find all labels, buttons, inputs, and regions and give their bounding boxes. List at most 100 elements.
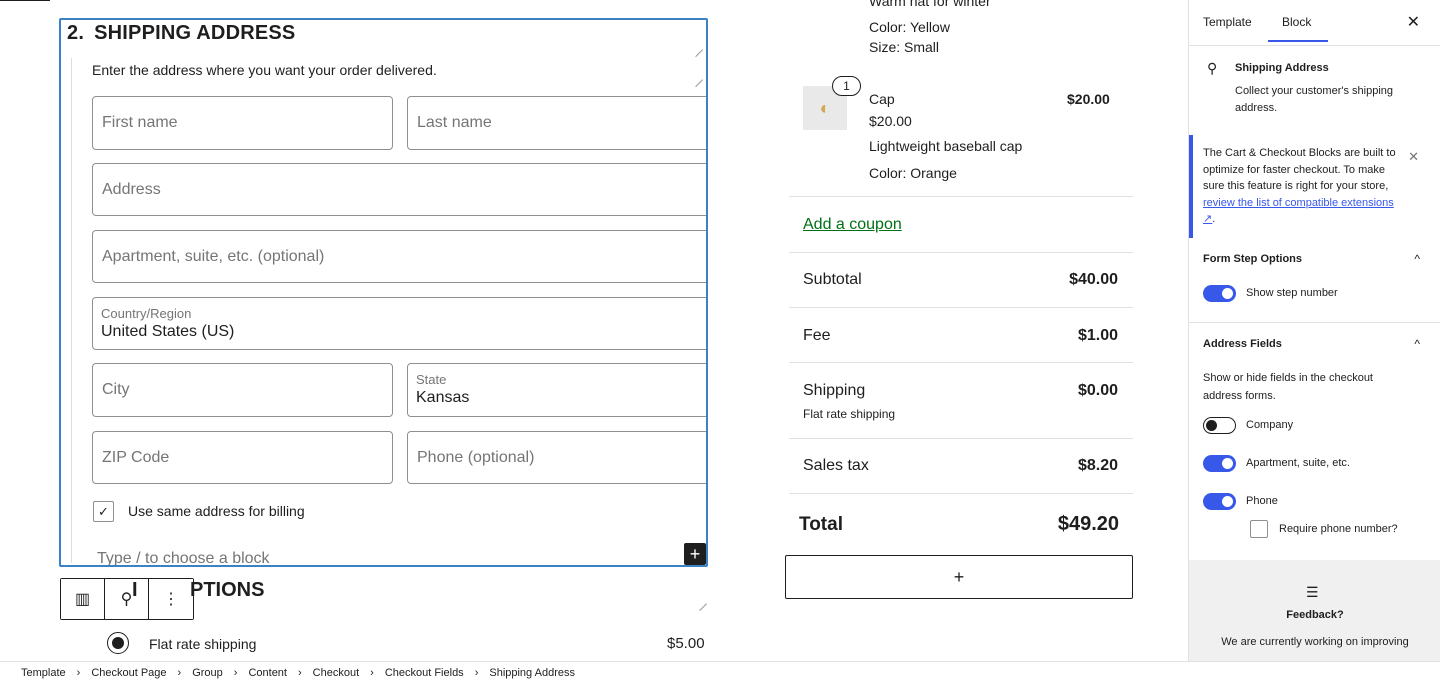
divider bbox=[1189, 322, 1440, 323]
item1-size: Size: Small bbox=[869, 39, 940, 55]
notice-link-text: review the list of compatible extensions bbox=[1203, 196, 1394, 209]
zip-placeholder: ZIP Code bbox=[102, 449, 170, 466]
shipping-title: SHIPPING ADDRESS bbox=[94, 22, 296, 44]
first-name-field[interactable]: First name bbox=[92, 96, 393, 150]
show-step-number-label: Show step number bbox=[1246, 287, 1338, 299]
total-value: $49.20 bbox=[1057, 513, 1119, 535]
address-fields-desc-line2: address forms. bbox=[1203, 390, 1276, 402]
flat-rate-price: $5.00 bbox=[667, 635, 705, 652]
phone-toggle[interactable] bbox=[1203, 493, 1236, 510]
require-phone-checkbox[interactable] bbox=[1250, 520, 1268, 538]
same-billing-checkbox[interactable]: ✓ bbox=[93, 501, 114, 522]
zip-field[interactable]: ZIP Code bbox=[92, 431, 393, 484]
item1-color: Color: Yellow bbox=[869, 19, 950, 35]
item2-name: Cap bbox=[869, 91, 895, 107]
apartment-field[interactable]: Apartment, suite, etc. (optional) bbox=[92, 230, 706, 283]
same-billing-label: Use same address for billing bbox=[128, 503, 305, 519]
state-select[interactable]: State Kansas bbox=[407, 363, 706, 417]
close-icon[interactable]: ✕ bbox=[1407, 12, 1420, 32]
compatibility-notice: The Cart & Checkout Blocks are built to … bbox=[1189, 135, 1440, 238]
shipping-label: Shipping bbox=[803, 382, 866, 399]
resize-handle-icon[interactable] bbox=[695, 72, 703, 80]
tab-template[interactable]: Template bbox=[1203, 15, 1252, 29]
flat-rate-radio[interactable] bbox=[107, 632, 129, 654]
breadcrumb-item[interactable]: Group bbox=[192, 667, 223, 679]
close-icon[interactable]: ✕ bbox=[1408, 149, 1419, 165]
shipping-options-prefix: I bbox=[132, 579, 138, 601]
breadcrumb-item[interactable]: Checkout Fields bbox=[385, 667, 464, 679]
feedback-text: We are currently working on improving bbox=[1221, 636, 1409, 648]
breadcrumb-item[interactable]: Template bbox=[21, 667, 66, 679]
toggle-knob bbox=[1222, 288, 1233, 299]
last-name-field[interactable]: Last name bbox=[407, 96, 706, 150]
show-step-number-toggle[interactable] bbox=[1203, 285, 1236, 302]
editor-canvas: 2. SHIPPING ADDRESS Enter the address whe… bbox=[0, 0, 1188, 661]
quantity-badge: 1 bbox=[832, 76, 861, 96]
tab-block[interactable]: Block bbox=[1267, 15, 1329, 42]
resize-handle-icon[interactable] bbox=[699, 596, 707, 604]
more-options-icon[interactable]: ⋮ bbox=[149, 579, 193, 619]
add-block-icon[interactable]: + bbox=[684, 543, 706, 565]
address-fields-desc-line1: Show or hide fields in the checkout bbox=[1203, 372, 1373, 384]
step-line bbox=[71, 58, 72, 563]
block-appender-hint[interactable]: Type / to choose a block bbox=[97, 550, 270, 565]
notice-body: The Cart & Checkout Blocks are built to … bbox=[1203, 147, 1396, 192]
resize-handle-icon[interactable] bbox=[695, 42, 703, 50]
shipping-description: Enter the address where you want your or… bbox=[92, 62, 437, 78]
fee-label: Fee bbox=[803, 327, 831, 344]
chevron-up-icon[interactable]: ^ bbox=[1414, 337, 1420, 351]
phone-field[interactable]: Phone (optional) bbox=[407, 431, 706, 484]
feedback-panel: ☰ Feedback? We are currently working on … bbox=[1189, 560, 1440, 661]
first-name-placeholder: First name bbox=[102, 114, 178, 131]
chevron-up-icon[interactable]: ^ bbox=[1414, 252, 1420, 266]
cap-image-icon: ◐ bbox=[819, 97, 831, 118]
block-description-line1: Collect your customer's shipping bbox=[1235, 85, 1394, 97]
shipping-address-block[interactable]: 2. SHIPPING ADDRESS Enter the address whe… bbox=[59, 18, 708, 567]
apartment-placeholder: Apartment, suite, etc. (optional) bbox=[102, 248, 325, 265]
location-pin-icon[interactable]: ⚲ bbox=[105, 579, 149, 619]
shipping-value: $0.00 bbox=[1077, 382, 1118, 399]
breadcrumb-item[interactable]: Checkout bbox=[313, 667, 359, 679]
apartment-toggle[interactable] bbox=[1203, 455, 1236, 472]
last-name-placeholder: Last name bbox=[417, 114, 492, 131]
country-select[interactable]: Country/Region United States (US) bbox=[92, 297, 706, 350]
form-step-options-heading[interactable]: Form Step Options bbox=[1203, 253, 1302, 265]
company-toggle[interactable] bbox=[1203, 417, 1236, 434]
sales-tax-label: Sales tax bbox=[803, 457, 869, 474]
divider bbox=[789, 252, 1133, 253]
external-link-icon: ↗ bbox=[1203, 213, 1213, 225]
item2-unit-price: $20.00 bbox=[869, 113, 912, 129]
breadcrumb: Template › Checkout Page › Group › Conte… bbox=[0, 661, 1440, 683]
address-fields-heading[interactable]: Address Fields bbox=[1203, 338, 1282, 350]
add-block-button[interactable]: + bbox=[785, 555, 1133, 599]
divider bbox=[789, 493, 1133, 494]
notice-text: The Cart & Checkout Blocks are built to … bbox=[1203, 145, 1408, 228]
chevron-right-icon: › bbox=[76, 666, 81, 679]
require-phone-label: Require phone number? bbox=[1279, 523, 1398, 535]
address-placeholder: Address bbox=[102, 181, 161, 198]
phone-label: Phone bbox=[1246, 495, 1278, 507]
item2-price: $20.00 bbox=[1067, 91, 1110, 107]
breadcrumb-item[interactable]: Content bbox=[248, 667, 287, 679]
country-value: United States (US) bbox=[101, 323, 235, 340]
add-coupon-link[interactable]: Add a coupon bbox=[803, 216, 902, 234]
block-type-icon[interactable]: ▥ bbox=[61, 579, 105, 619]
toggle-knob bbox=[1222, 458, 1233, 469]
location-pin-icon: ⚲ bbox=[1207, 60, 1218, 76]
chevron-right-icon: › bbox=[233, 666, 238, 679]
compatible-extensions-link[interactable]: review the list of compatible extensions… bbox=[1203, 197, 1394, 226]
breadcrumb-item[interactable]: Checkout Page bbox=[91, 667, 166, 679]
notice-end: . bbox=[1212, 213, 1216, 225]
city-field[interactable]: City bbox=[92, 363, 393, 417]
feedback-icon: ☰ bbox=[1306, 584, 1319, 600]
top-divider bbox=[0, 0, 50, 1]
divider bbox=[789, 307, 1133, 308]
item1-name: Warm hat for winter bbox=[869, 0, 991, 9]
address-field[interactable]: Address bbox=[92, 163, 706, 216]
breadcrumb-item[interactable]: Shipping Address bbox=[489, 667, 575, 679]
flat-rate-label: Flat rate shipping bbox=[149, 636, 257, 652]
divider bbox=[789, 196, 1133, 197]
block-toolbar: ▥ ⚲ ⋮ bbox=[60, 578, 194, 620]
chevron-right-icon: › bbox=[177, 666, 182, 679]
shipping-method: Flat rate shipping bbox=[803, 407, 896, 421]
